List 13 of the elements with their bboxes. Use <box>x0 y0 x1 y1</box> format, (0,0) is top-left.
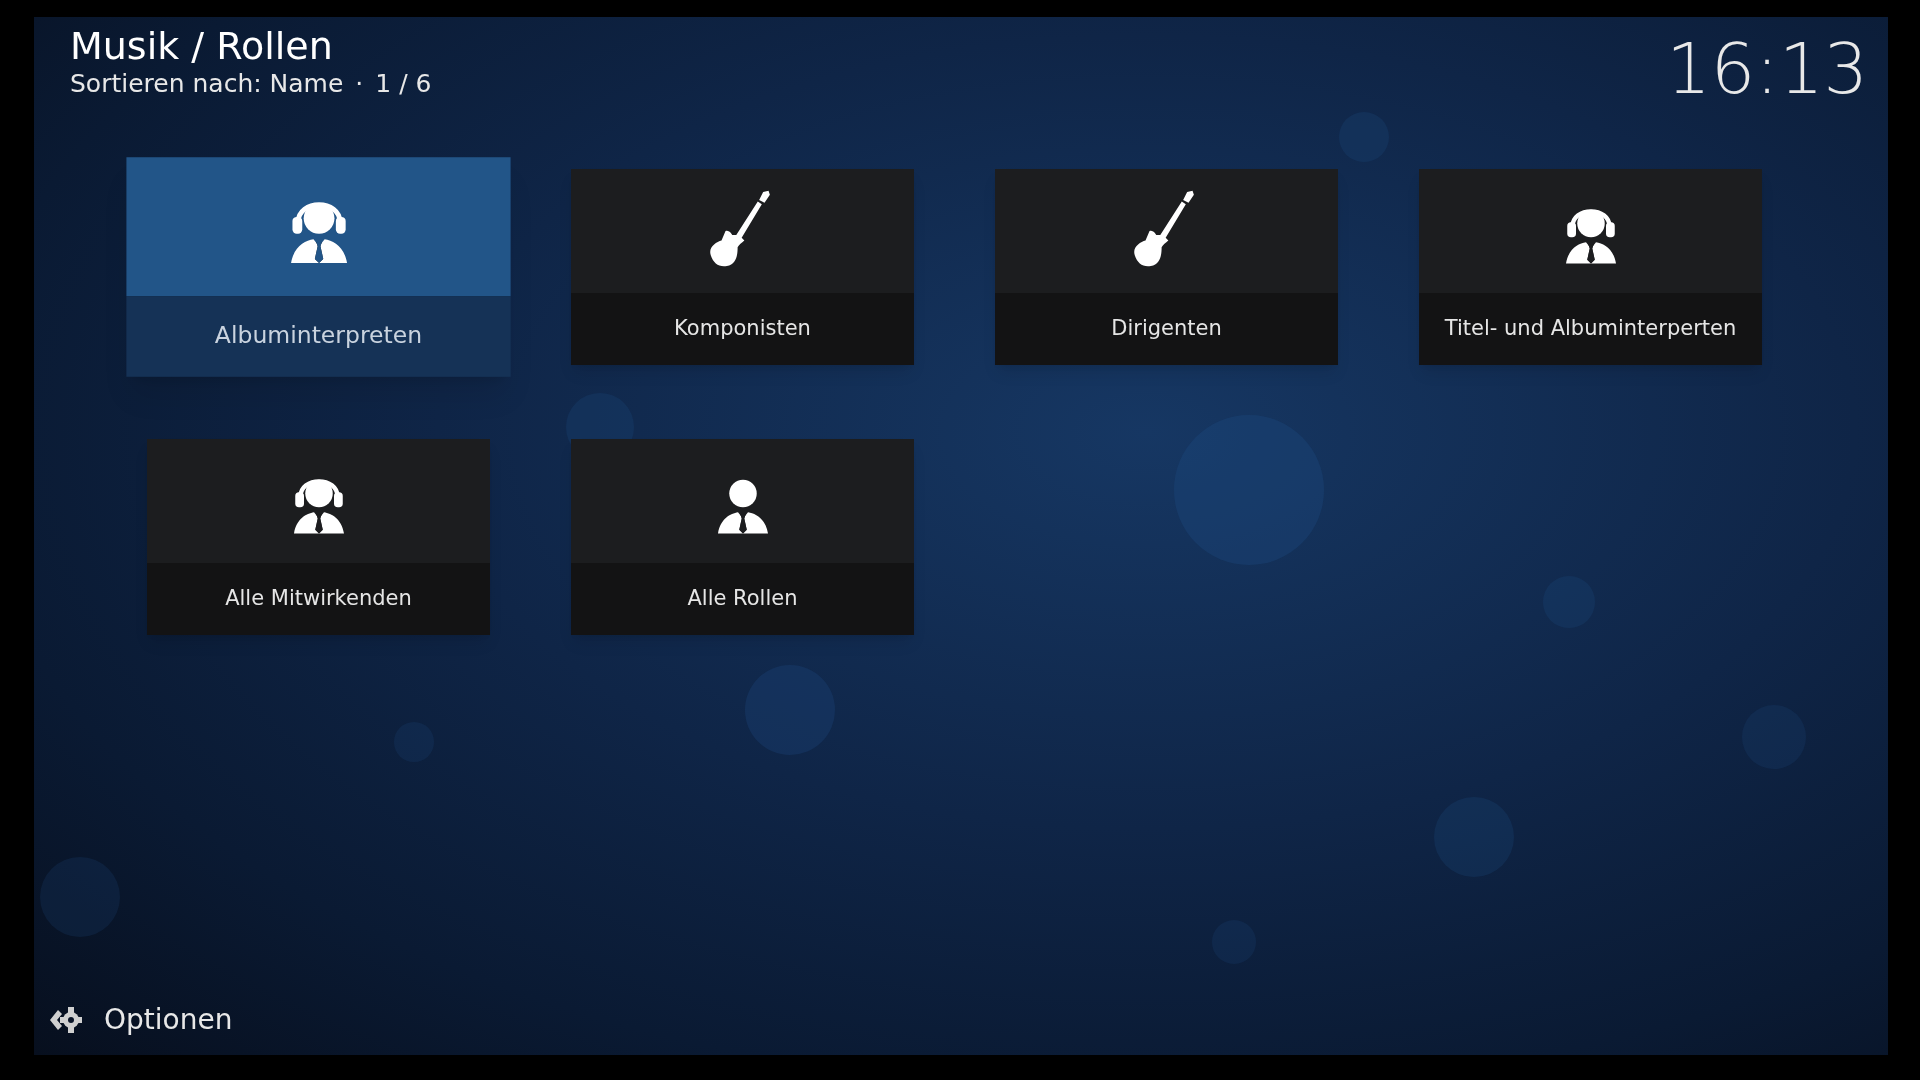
tile-label: Alle Rollen <box>687 585 798 613</box>
page-title: Musik / Rollen <box>70 23 334 69</box>
separator: · <box>355 69 364 99</box>
tile-label: Dirigenten <box>1111 315 1222 343</box>
tile-label: Alle Mitwirkenden <box>225 585 412 613</box>
clock: 16:13 <box>1666 27 1868 109</box>
options-button[interactable]: Optionen <box>104 999 233 1041</box>
position-counter: 1 / 6 <box>375 69 432 99</box>
tile-label: Titel- und Albuminterperten <box>1444 315 1737 343</box>
sort-label: Sortieren nach: Name <box>70 69 344 99</box>
settings-icon <box>48 1004 82 1036</box>
tile-label: Albuminterpreten <box>214 321 423 352</box>
tile-label: Komponisten <box>674 315 811 343</box>
